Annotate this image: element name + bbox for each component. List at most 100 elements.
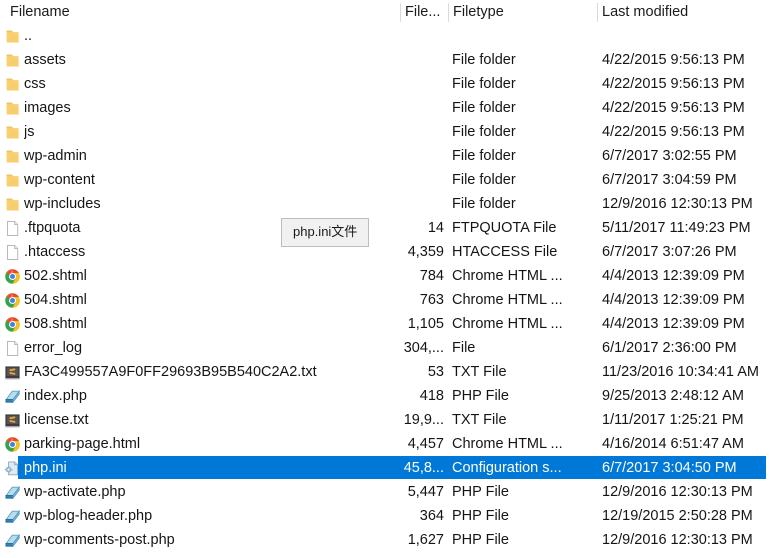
file-size-cell: 1,105	[407, 316, 444, 332]
column-divider-2[interactable]	[448, 3, 449, 22]
file-row[interactable]: js File folder 4/22/2015 9:56:13 PM	[0, 120, 772, 144]
file-name-cell[interactable]: wp-includes	[24, 192, 396, 216]
file-row[interactable]: index.php 418 PHP File 9/25/2013 2:48:12 AM	[0, 384, 772, 408]
file-size-cell: 5,447	[407, 484, 444, 500]
file-modified-cell: 9/25/2013 2:48:12 AM	[602, 388, 744, 404]
file-row[interactable]: wp-includes File folder 12/9/2016 12:30:13…	[0, 192, 772, 216]
column-header-row: Filename File... Filetype Last modified	[0, 0, 772, 24]
file-row[interactable]: wp-admin File folder 6/7/2017 3:02:55 PM	[0, 144, 772, 168]
file-modified-cell: 12/9/2016 12:30:13 PM	[602, 196, 753, 212]
file-row[interactable]: images File folder 4/22/2015 9:56:13 PM	[0, 96, 772, 120]
file-modified-cell: 4/4/2013 12:39:09 PM	[602, 268, 745, 284]
file-row[interactable]: wp-comments-post.php 1,627 PHP File 12/9/20…	[0, 528, 772, 552]
file-modified-cell: 11/23/2016 10:34:41 AM	[602, 364, 759, 380]
file-size-cell	[386, 144, 444, 168]
file-type-cell: Chrome HTML ...	[452, 268, 563, 284]
file-row[interactable]: parking-page.html 4,457 Chrome HTML ... 4/1…	[0, 432, 772, 456]
file-size-cell	[386, 48, 444, 72]
file-name-cell[interactable]: parking-page.html	[24, 432, 396, 456]
file-modified-cell: 4/16/2014 6:51:47 AM	[602, 436, 744, 452]
file-row[interactable]: .ftpquota 14 FTPQUOTA File 5/11/2017 11:49:…	[0, 216, 772, 240]
file-row[interactable]: 502.shtml 784 Chrome HTML ... 4/4/2013 12:3…	[0, 264, 772, 288]
file-row[interactable]: license.txt 19,9... TXT File 1/11/2017 1:25…	[0, 408, 772, 432]
sublime-text-icon	[4, 412, 21, 429]
file-name-cell[interactable]: wp-content	[24, 168, 396, 192]
file-type-cell: PHP File	[452, 388, 509, 404]
file-type-cell: TXT File	[452, 412, 507, 428]
file-size-cell: 4,359	[407, 244, 444, 260]
column-header-filename[interactable]: Filename	[10, 0, 395, 24]
file-modified-cell: 12/9/2016 12:30:13 PM	[602, 484, 753, 500]
file-name-cell[interactable]: assets	[24, 48, 396, 72]
column-header-last-modified[interactable]: Last modified	[602, 0, 767, 24]
file-name-cell[interactable]: wp-admin	[24, 144, 396, 168]
php-file-icon	[4, 508, 21, 525]
php-file-icon	[4, 484, 21, 501]
file-modified-cell: 4/4/2013 12:39:09 PM	[602, 316, 745, 332]
file-type-cell: FTPQUOTA File	[452, 220, 557, 236]
column-header-filesize[interactable]: File...	[405, 0, 447, 24]
file-row[interactable]: assets File folder 4/22/2015 9:56:13 PM	[0, 48, 772, 72]
column-header-filetype[interactable]: Filetype	[453, 0, 553, 24]
file-list: .. assets File folder 4/22/2015 9:56:13 PM c…	[0, 24, 772, 552]
file-row[interactable]: wp-content File folder 6/7/2017 3:04:59 PM	[0, 168, 772, 192]
file-modified-cell: 6/7/2017 3:04:59 PM	[602, 172, 737, 188]
file-type-cell: Chrome HTML ...	[452, 316, 563, 332]
file-row[interactable]: css File folder 4/22/2015 9:56:13 PM	[0, 72, 772, 96]
chrome-icon	[4, 316, 21, 333]
file-type-cell: PHP File	[452, 532, 509, 548]
file-name-cell[interactable]: ..	[24, 24, 396, 48]
file-size-cell: 364	[419, 508, 444, 524]
file-name-cell[interactable]: 504.shtml	[24, 288, 396, 312]
file-name-cell[interactable]: wp-activate.php	[24, 480, 396, 504]
file-name-cell[interactable]: FA3C499557A9F0FF29693B95B540C2A2.txt	[24, 360, 396, 384]
column-divider-3[interactable]	[597, 3, 598, 22]
file-type-cell: PHP File	[452, 508, 509, 524]
file-type-cell: TXT File	[452, 364, 507, 380]
file-name-cell[interactable]: images	[24, 96, 396, 120]
file-row[interactable]: .htaccess 4,359 HTACCESS File 6/7/2017 3:07…	[0, 240, 772, 264]
php-file-icon	[4, 388, 21, 405]
file-modified-cell: 12/19/2015 2:50:28 PM	[602, 508, 753, 524]
file-modified-cell: 1/11/2017 1:25:21 PM	[602, 412, 744, 428]
file-modified-cell: 4/22/2015 9:56:13 PM	[602, 124, 745, 140]
folder-icon	[4, 100, 21, 117]
chrome-icon	[4, 268, 21, 285]
php-file-icon	[4, 532, 21, 549]
file-modified-cell: 5/11/2017 11:49:23 PM	[602, 220, 751, 236]
file-name-cell[interactable]: 508.shtml	[24, 312, 396, 336]
file-name-cell[interactable]: license.txt	[24, 408, 396, 432]
file-type-cell: File folder	[452, 172, 516, 188]
file-row[interactable]: 504.shtml 763 Chrome HTML ... 4/4/2013 12:3…	[0, 288, 772, 312]
file-row[interactable]: FA3C499557A9F0FF29693B95B540C2A2.txt 53 TX…	[0, 360, 772, 384]
file-name-cell[interactable]: 502.shtml	[24, 264, 396, 288]
file-row[interactable]: ..	[0, 24, 772, 48]
file-size-cell	[386, 24, 444, 48]
file-size-cell	[386, 96, 444, 120]
file-name-cell[interactable]: js	[24, 120, 396, 144]
file-modified-cell: 6/7/2017 3:07:26 PM	[602, 244, 737, 260]
file-modified-cell: 12/9/2016 12:30:13 PM	[602, 532, 753, 548]
folder-icon	[4, 196, 21, 213]
blank-file-icon	[4, 244, 21, 261]
file-row[interactable]: error_log 304,... File 6/1/2017 2:36:00 PM	[0, 336, 772, 360]
file-row[interactable]: php.ini 45,8... Configuration s... 6/7/2017…	[0, 456, 772, 480]
file-tooltip: php.ini文件	[281, 218, 370, 247]
folder-icon	[4, 148, 21, 165]
file-name-cell[interactable]: wp-comments-post.php	[24, 528, 396, 552]
file-type-cell: File folder	[452, 196, 516, 212]
file-name-cell[interactable]: index.php	[24, 384, 396, 408]
file-type-cell: File folder	[452, 100, 516, 116]
file-row[interactable]: wp-blog-header.php 364 PHP File 12/19/2015 …	[0, 504, 772, 528]
file-modified-cell: 4/22/2015 9:56:13 PM	[602, 76, 745, 92]
file-row[interactable]: 508.shtml 1,105 Chrome HTML ... 4/4/2013 12…	[0, 312, 772, 336]
file-name-cell[interactable]: error_log	[24, 336, 396, 360]
file-size-cell: 763	[419, 292, 444, 308]
file-type-cell: File folder	[452, 124, 516, 140]
file-row[interactable]: wp-activate.php 5,447 PHP File 12/9/2016 12…	[0, 480, 772, 504]
column-divider-1[interactable]	[400, 3, 401, 22]
file-name-cell[interactable]: php.ini	[24, 456, 396, 480]
file-name-cell[interactable]: wp-blog-header.php	[24, 504, 396, 528]
folder-icon	[4, 172, 21, 189]
file-name-cell[interactable]: css	[24, 72, 396, 96]
